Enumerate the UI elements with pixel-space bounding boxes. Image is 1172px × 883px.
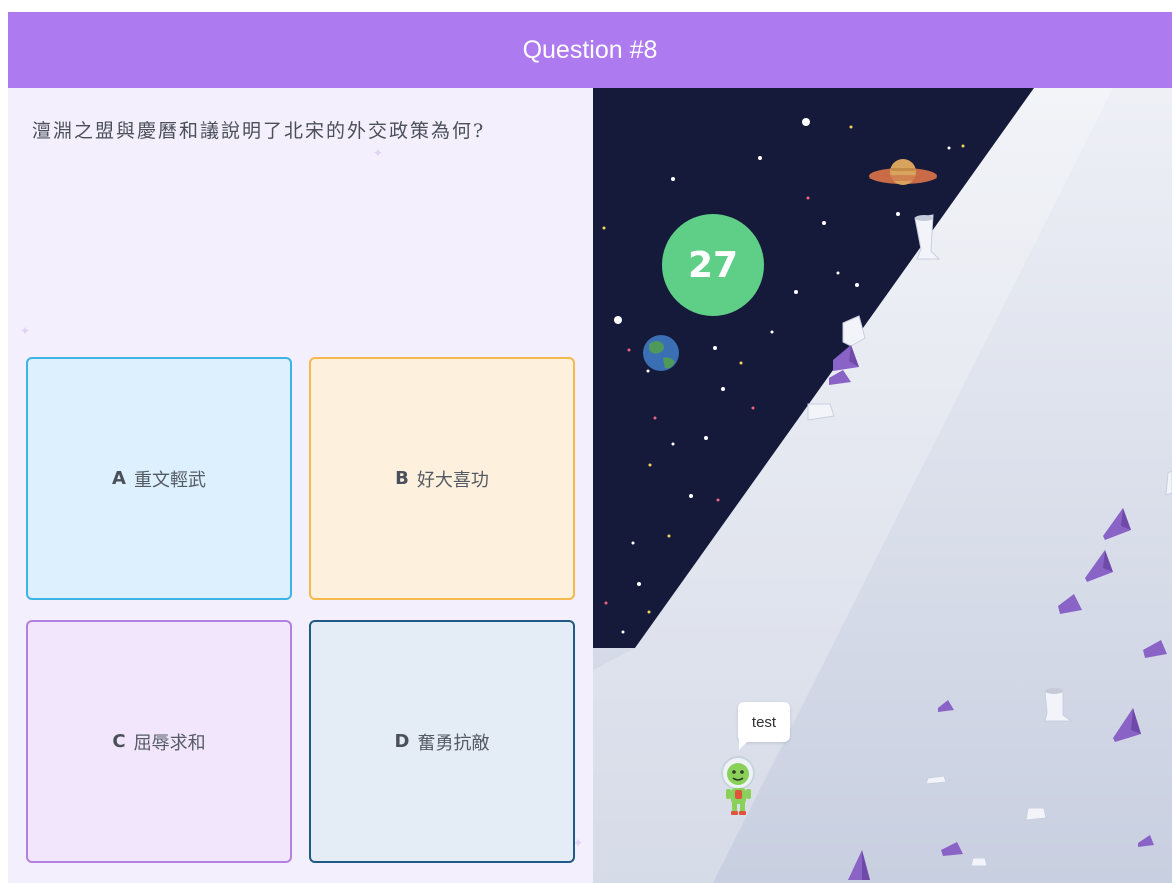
astronaut-avatar-icon [721,756,755,815]
player-name-bubble: test [738,702,790,742]
answer-letter: C [112,731,126,752]
game-frame: Question #8 澶淵之盟與慶曆和議說明了北宋的外交政策為何? ✦ ✦ ✦… [8,12,1172,883]
earth-icon [643,335,679,371]
timer-badge: 27 [662,214,764,316]
answer-text: 屈辱求和 [133,732,206,754]
answer-option-b[interactable]: B 好大喜功 [309,357,575,600]
space-slope-scene [593,88,1172,883]
answer-text: 重文輕武 [133,469,206,491]
answer-option-a[interactable]: A 重文輕武 [26,357,292,600]
question-number-title: Question #8 [522,35,658,64]
question-header: Question #8 [8,12,1172,88]
question-panel: 澶淵之盟與慶曆和議說明了北宋的外交政策為何? ✦ ✦ ✦ A 重文輕武 B 好大… [8,88,593,883]
sparkle-icon: ✦ [373,146,384,160]
game-scene: 27 test [593,88,1172,883]
answer-letter: A [112,468,126,489]
answer-option-d[interactable]: D 奮勇抗敵 [309,620,575,863]
answer-option-c[interactable]: C 屈辱求和 [26,620,292,863]
answer-text: 奮勇抗敵 [417,732,490,754]
answer-letter: D [394,731,410,752]
answer-text: 好大喜功 [416,469,489,491]
question-text: 澶淵之盟與慶曆和議說明了北宋的外交政策為何? [32,120,486,142]
bubble-tail [739,740,749,750]
answer-letter: B [395,468,409,489]
sparkle-icon: ✦ [20,324,31,338]
